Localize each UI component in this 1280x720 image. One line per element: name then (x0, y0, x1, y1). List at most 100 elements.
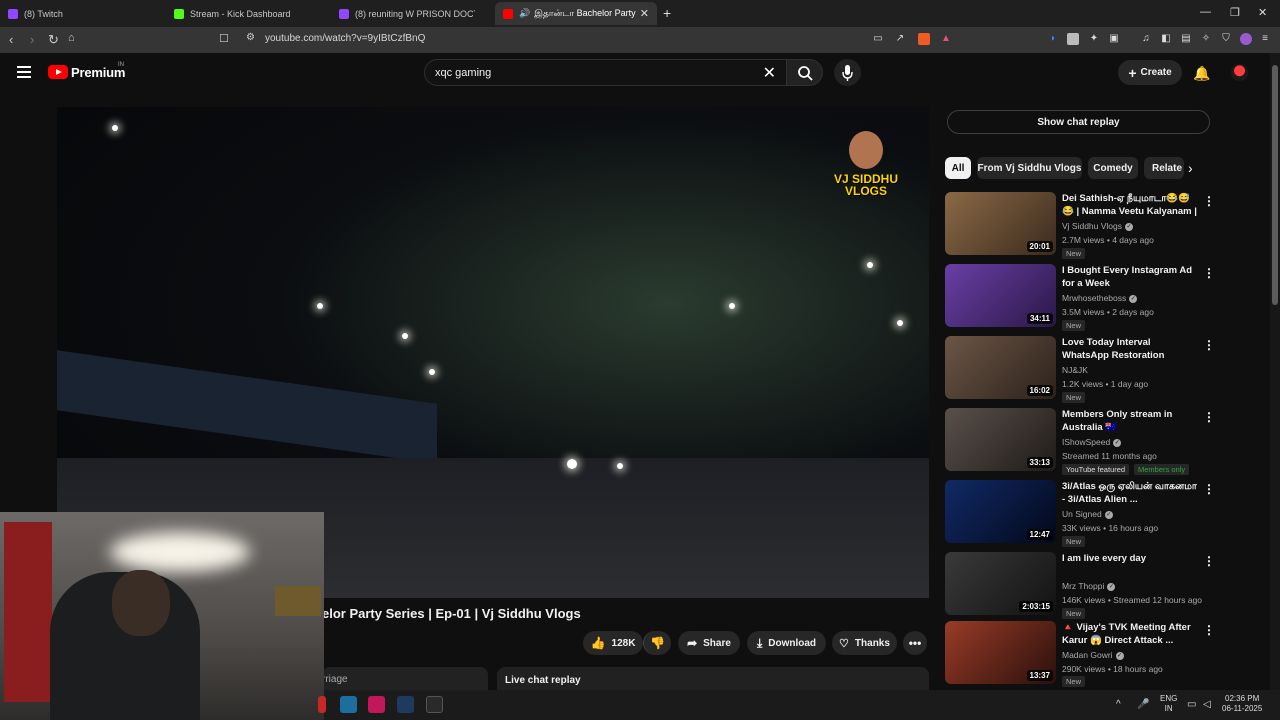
video-thumbnail[interactable]: 16:02 (945, 336, 1056, 399)
epic-games-icon[interactable] (426, 696, 443, 713)
more-vert-icon[interactable]: ⋮ (1203, 266, 1215, 280)
bookmark-icon[interactable]: ☐ (219, 32, 229, 45)
vpn-icon[interactable]: ⛉ (1220, 33, 1232, 45)
video-thumbnail[interactable]: 20:01 (945, 192, 1056, 255)
back-icon[interactable]: ‹ (9, 32, 13, 47)
browser-tab[interactable]: (8) reuniting W PRISON DOCTOR - Tw (331, 2, 493, 25)
channel-name[interactable]: IShowSpeed ✓ (1062, 437, 1122, 447)
taskbar-app-icon[interactable] (318, 696, 326, 713)
url-field[interactable]: youtube.com/watch?v=9yIBtCzfBnQ (265, 33, 425, 44)
video-thumbnail[interactable]: 12:47 (945, 480, 1056, 543)
search-input[interactable]: xqc gaming ✕ (424, 59, 787, 86)
language-indicator[interactable]: ENG IN (1160, 694, 1177, 714)
recommended-video[interactable]: 12:47 3i/Atlas ஒரு ஏலியன் வாகனமா - 3i/At… (945, 480, 1215, 547)
visual-studio-code-icon[interactable] (340, 696, 357, 713)
create-button[interactable]: + Create (1118, 60, 1182, 85)
system-clock[interactable]: 02:36 PM 06-11-2025 (1222, 694, 1262, 714)
extension-audio-icon[interactable]: ◗ (1047, 33, 1059, 45)
browser-tab[interactable]: Stream - Kick Dashboard (166, 2, 328, 25)
extension-icon[interactable]: ▣ (1108, 33, 1120, 45)
forward-icon[interactable]: › (30, 32, 34, 47)
browser-tab[interactable]: (8) Twitch (0, 2, 162, 25)
volume-icon[interactable]: ◁ (1203, 699, 1211, 710)
network-icon[interactable]: ▭ (1187, 699, 1196, 710)
sidebar-toggle-icon[interactable]: ◧ (1160, 33, 1172, 45)
minimize-icon[interactable]: — (1200, 6, 1211, 18)
recommended-video[interactable]: 13:37 🔺 Vijay's TVK Meeting After Karur … (945, 621, 1215, 687)
extensions-puzzle-icon[interactable]: ✦ (1088, 33, 1100, 45)
site-info-icon[interactable]: ⚙ (246, 32, 255, 43)
rewards-icon[interactable]: ▲ (940, 33, 952, 45)
video-thumbnail[interactable]: 13:37 (945, 621, 1056, 684)
brave-shield-icon[interactable] (918, 33, 930, 45)
recommended-video[interactable]: 34:11 I Bought Every Instagram Ad for a … (945, 264, 1215, 331)
show-chat-replay-button[interactable]: Show chat replay (947, 110, 1210, 134)
restore-icon[interactable]: ❐ (1230, 6, 1240, 19)
chip-comedy[interactable]: Comedy (1088, 157, 1138, 179)
more-vert-icon[interactable]: ⋮ (1203, 623, 1215, 637)
chip-from-channel[interactable]: From Vj Siddhu Vlogs (977, 157, 1082, 179)
recommended-video[interactable]: 16:02 Love Today Interval WhatsApp Resto… (945, 336, 1215, 403)
recommended-video[interactable]: 20:01 Dei Sathish-ஏ நீயுமாடா😂😅😂 | Namma … (945, 192, 1215, 259)
channel-name[interactable]: Mrz Thoppi ✓ (1062, 581, 1116, 591)
video-title[interactable]: 🔺 Vijay's TVK Meeting After Karur 😱 Dire… (1062, 621, 1200, 647)
youtube-logo-icon[interactable] (48, 65, 68, 79)
media-icon[interactable]: ♫ (1140, 33, 1152, 45)
steam-icon[interactable] (397, 696, 414, 713)
clear-search-icon[interactable]: ✕ (763, 63, 776, 83)
wallet-icon[interactable]: ▤ (1180, 33, 1192, 45)
more-vert-icon[interactable]: ⋮ (1203, 194, 1215, 208)
share-button[interactable]: ➦ Share (678, 631, 740, 655)
more-vert-icon[interactable]: ⋮ (1203, 338, 1215, 352)
reload-icon[interactable]: ↻ (48, 32, 59, 48)
video-thumbnail[interactable]: 33:13 (945, 408, 1056, 471)
tray-chevron-up-icon[interactable]: ^ (1116, 699, 1121, 710)
search-query[interactable]: xqc gaming (435, 67, 491, 79)
extension-icon[interactable] (1067, 33, 1079, 45)
chip-related[interactable]: Relate (1144, 157, 1184, 179)
home-icon[interactable]: ⌂ (68, 32, 75, 44)
video-thumbnail[interactable]: 2:03:15 (945, 552, 1056, 615)
video-title[interactable]: Love Today Interval WhatsApp Restoration… (1062, 336, 1200, 363)
account-avatar[interactable] (1231, 64, 1248, 81)
share-page-icon[interactable]: ↗ (894, 33, 906, 45)
page-scrollbar[interactable] (1270, 53, 1280, 690)
channel-name[interactable]: Vj Siddhu Vlogs ✓ (1062, 221, 1134, 231)
profile-icon[interactable] (1240, 33, 1252, 45)
close-window-icon[interactable]: ✕ (1258, 6, 1267, 19)
scrollbar-thumb[interactable] (1272, 65, 1278, 305)
new-tab-button[interactable]: + (663, 5, 671, 21)
video-title[interactable]: I Bought Every Instagram Ad for a Week (1062, 264, 1200, 290)
more-vert-icon[interactable]: ⋮ (1203, 482, 1215, 496)
voice-search-button[interactable] (834, 59, 861, 86)
hamburger-menu-icon[interactable] (17, 66, 31, 78)
more-vert-icon[interactable]: ⋮ (1203, 554, 1215, 568)
cast-icon[interactable]: ▭ (872, 33, 884, 45)
like-button[interactable]: 👍 128K (583, 631, 643, 655)
recommended-video[interactable]: 33:13 Members Only stream in Australia 🇦… (945, 408, 1215, 475)
chip-all[interactable]: All (945, 157, 971, 179)
close-tab-icon[interactable]: ✕ (640, 7, 649, 20)
browser-tab-active[interactable]: 🔊 இதான்டா Bachelor Party ✕ (495, 2, 657, 25)
more-actions-button[interactable]: ••• (903, 631, 927, 655)
channel-name[interactable]: NJ&JK (1062, 365, 1088, 375)
video-title[interactable]: Dei Sathish-ஏ நீயுமாடா😂😅😂 | Namma Veetu … (1062, 192, 1200, 219)
video-title[interactable]: I am live every day (1062, 552, 1200, 565)
dislike-button[interactable]: 👎 (643, 631, 671, 655)
download-button[interactable]: ⤓ Download (747, 631, 826, 655)
channel-name[interactable]: Madan Gowri ✓ (1062, 650, 1124, 660)
video-title[interactable]: Members Only stream in Australia 🇦🇺 (1062, 408, 1200, 434)
notifications-bell-icon[interactable]: 🔔 (1193, 65, 1210, 82)
video-thumbnail[interactable]: 34:11 (945, 264, 1056, 327)
video-title[interactable]: 3i/Atlas ஒரு ஏலியன் வாகனமா - 3i/Atlas Al… (1062, 480, 1200, 506)
tray-microphone-icon[interactable]: 🎤 (1137, 699, 1149, 710)
channel-name[interactable]: Un Signed ✓ (1062, 509, 1113, 519)
channel-name[interactable]: Mrwhosetheboss ✓ (1062, 293, 1138, 303)
leo-ai-icon[interactable]: ✧ (1200, 33, 1212, 45)
search-button[interactable] (786, 59, 823, 86)
thanks-button[interactable]: ♡ Thanks (832, 631, 897, 655)
channel-watermark[interactable]: VJ SIDDHU VLOGS (823, 127, 909, 205)
menu-icon[interactable]: ≡ (1259, 33, 1271, 45)
recommended-video[interactable]: 2:03:15 I am live every day Mrz Thoppi ✓ … (945, 552, 1215, 619)
chevron-right-icon[interactable]: › (1188, 160, 1193, 176)
